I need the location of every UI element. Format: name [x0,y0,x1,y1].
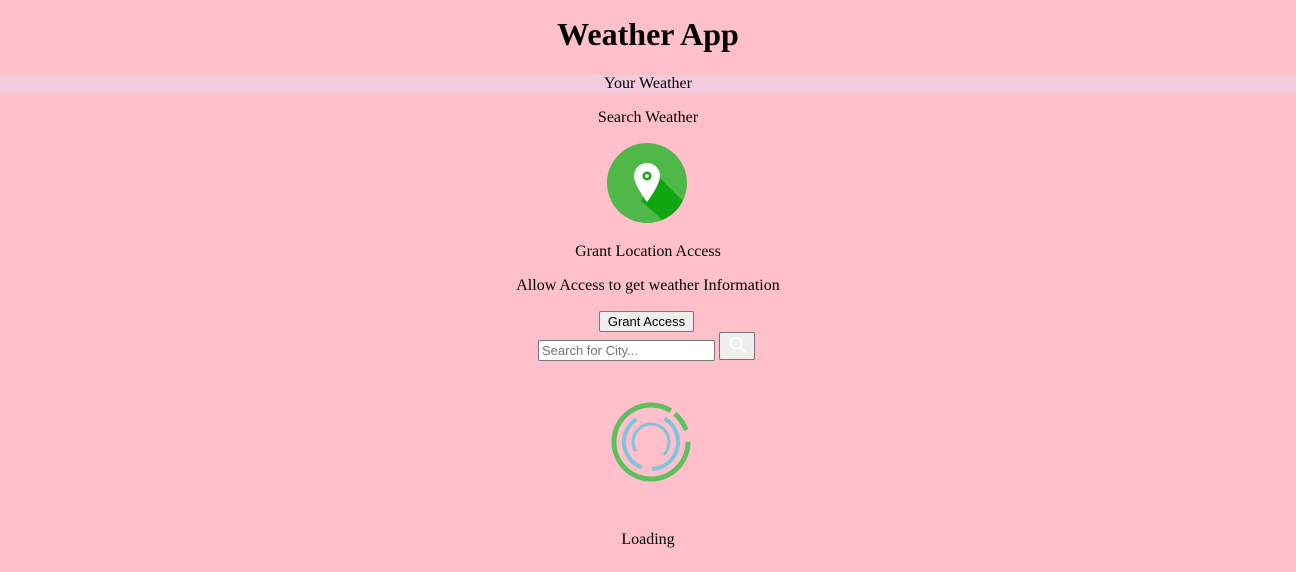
tab-your-weather[interactable]: Your Weather [0,75,1296,93]
grant-access-button[interactable]: Grant Access [599,311,694,332]
grant-access-description: Allow Access to get weather Information [516,277,780,294]
tab-search-weather[interactable]: Search Weather [0,109,1296,127]
search-city-input[interactable] [538,340,715,361]
loading-spinner-icon [611,402,691,482]
search-button[interactable] [719,332,755,360]
search-icon [729,336,746,353]
loading-text: Loading [621,531,675,548]
app-title: Weather App [557,16,739,52]
grant-access-title: Grant Location Access [575,243,721,260]
location-pin-icon [607,143,687,223]
